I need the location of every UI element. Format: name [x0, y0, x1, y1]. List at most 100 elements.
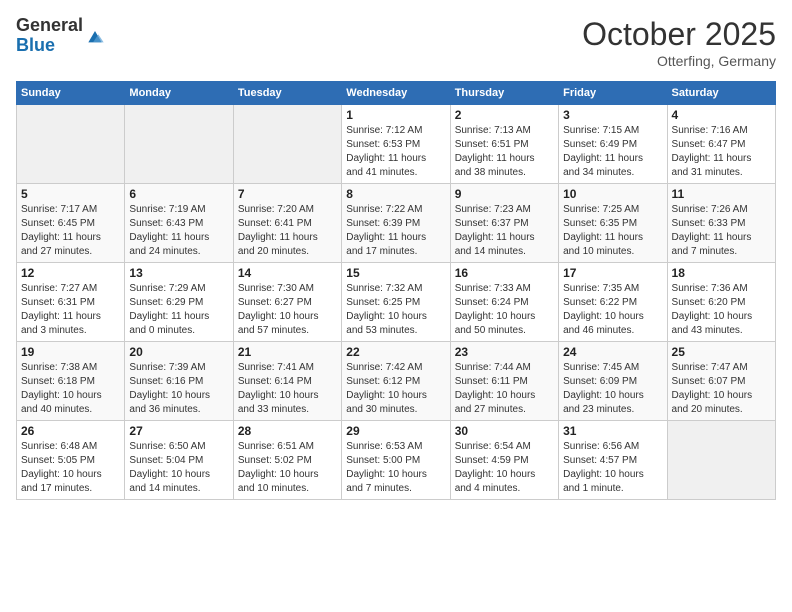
- day-info: Sunrise: 7:22 AM Sunset: 6:39 PM Dayligh…: [346, 203, 445, 259]
- day-number: 20: [129, 345, 228, 359]
- header: General Blue October 2025 Otterfing, Ger…: [16, 16, 776, 69]
- calendar-cell: 1Sunrise: 7:12 AM Sunset: 6:53 PM Daylig…: [342, 105, 450, 184]
- calendar-cell: 29Sunrise: 6:53 AM Sunset: 5:00 PM Dayli…: [342, 421, 450, 500]
- calendar-cell: 18 Sunrise: 7:36 AM Sunset: 6:20 PM Dayli…: [667, 263, 775, 342]
- calendar-cell: 9 Sunrise: 7:23 AM Sunset: 6:37 PM Daylig…: [450, 184, 558, 263]
- day-number: 8: [346, 187, 445, 201]
- calendar-cell: 19 Sunrise: 7:38 AM Sunset: 6:18 PM Dayli…: [17, 342, 125, 421]
- day-info: Sunrise: 7:45 AM Sunset: 6:09 PM Dayligh…: [563, 361, 662, 417]
- day-info: Sunrise: 7:42 AM Sunset: 6:12 PM Dayligh…: [346, 361, 445, 417]
- day-info: Sunrise: 7:15 AM Sunset: 6:49 PM Dayligh…: [563, 124, 662, 180]
- calendar-cell: [17, 105, 125, 184]
- day-number: 24: [563, 345, 662, 359]
- calendar-cell: 14 Sunrise: 7:30 AM Sunset: 6:27 PM Dayli…: [233, 263, 341, 342]
- week-row-5: 26 Sunrise: 6:48 AM Sunset: 5:05 PM Dayli…: [17, 421, 776, 500]
- calendar-cell: 4Sunrise: 7:16 AM Sunset: 6:47 PM Daylig…: [667, 105, 775, 184]
- month-title: October 2025: [582, 16, 776, 53]
- day-number: 16: [455, 266, 554, 280]
- calendar-cell: 10 Sunrise: 7:25 AM Sunset: 6:35 PM Dayli…: [559, 184, 667, 263]
- calendar-cell: 24 Sunrise: 7:45 AM Sunset: 6:09 PM Dayli…: [559, 342, 667, 421]
- day-number: 10: [563, 187, 662, 201]
- day-info: Sunrise: 7:44 AM Sunset: 6:11 PM Dayligh…: [455, 361, 554, 417]
- weekday-header-sunday: Sunday: [17, 82, 125, 105]
- logo-blue-text: Blue: [16, 35, 55, 55]
- calendar-cell: 26 Sunrise: 6:48 AM Sunset: 5:05 PM Dayli…: [17, 421, 125, 500]
- calendar-cell: 28Sunrise: 6:51 AM Sunset: 5:02 PM Dayli…: [233, 421, 341, 500]
- day-number: 2: [455, 108, 554, 122]
- day-info: Sunrise: 6:53 AM Sunset: 5:00 PM Dayligh…: [346, 440, 445, 496]
- day-info: Sunrise: 6:51 AM Sunset: 5:02 PM Dayligh…: [238, 440, 337, 496]
- day-info: Sunrise: 7:23 AM Sunset: 6:37 PM Dayligh…: [455, 203, 554, 259]
- calendar-cell: [667, 421, 775, 500]
- day-info: Sunrise: 7:13 AM Sunset: 6:51 PM Dayligh…: [455, 124, 554, 180]
- day-number: 19: [21, 345, 120, 359]
- day-info: Sunrise: 7:30 AM Sunset: 6:27 PM Dayligh…: [238, 282, 337, 338]
- day-number: 9: [455, 187, 554, 201]
- weekday-header-wednesday: Wednesday: [342, 82, 450, 105]
- calendar-cell: 17Sunrise: 7:35 AM Sunset: 6:22 PM Dayli…: [559, 263, 667, 342]
- day-info: Sunrise: 7:33 AM Sunset: 6:24 PM Dayligh…: [455, 282, 554, 338]
- day-info: Sunrise: 7:35 AM Sunset: 6:22 PM Dayligh…: [563, 282, 662, 338]
- week-row-1: 1Sunrise: 7:12 AM Sunset: 6:53 PM Daylig…: [17, 105, 776, 184]
- calendar-cell: 15 Sunrise: 7:32 AM Sunset: 6:25 PM Dayli…: [342, 263, 450, 342]
- day-number: 21: [238, 345, 337, 359]
- day-number: 30: [455, 424, 554, 438]
- day-number: 7: [238, 187, 337, 201]
- day-number: 11: [672, 187, 771, 201]
- calendar-cell: 11 Sunrise: 7:26 AM Sunset: 6:33 PM Dayli…: [667, 184, 775, 263]
- day-info: Sunrise: 7:26 AM Sunset: 6:33 PM Dayligh…: [672, 203, 771, 259]
- day-info: Sunrise: 7:25 AM Sunset: 6:35 PM Dayligh…: [563, 203, 662, 259]
- calendar-cell: 6Sunrise: 7:19 AM Sunset: 6:43 PM Daylig…: [125, 184, 233, 263]
- calendar-cell: 13 Sunrise: 7:29 AM Sunset: 6:29 PM Dayli…: [125, 263, 233, 342]
- day-number: 26: [21, 424, 120, 438]
- calendar-cell: 21 Sunrise: 7:41 AM Sunset: 6:14 PM Dayli…: [233, 342, 341, 421]
- day-number: 13: [129, 266, 228, 280]
- day-info: Sunrise: 7:29 AM Sunset: 6:29 PM Dayligh…: [129, 282, 228, 338]
- day-number: 5: [21, 187, 120, 201]
- day-number: 22: [346, 345, 445, 359]
- day-number: 12: [21, 266, 120, 280]
- day-info: Sunrise: 7:19 AM Sunset: 6:43 PM Dayligh…: [129, 203, 228, 259]
- calendar-cell: 30 Sunrise: 6:54 AM Sunset: 4:59 PM Dayli…: [450, 421, 558, 500]
- day-number: 3: [563, 108, 662, 122]
- day-info: Sunrise: 7:38 AM Sunset: 6:18 PM Dayligh…: [21, 361, 120, 417]
- weekday-header-thursday: Thursday: [450, 82, 558, 105]
- day-info: Sunrise: 7:41 AM Sunset: 6:14 PM Dayligh…: [238, 361, 337, 417]
- day-info: Sunrise: 6:56 AM Sunset: 4:57 PM Dayligh…: [563, 440, 662, 496]
- calendar-cell: 31Sunrise: 6:56 AM Sunset: 4:57 PM Dayli…: [559, 421, 667, 500]
- logo: General Blue: [16, 16, 105, 56]
- day-info: Sunrise: 6:54 AM Sunset: 4:59 PM Dayligh…: [455, 440, 554, 496]
- calendar-cell: 20 Sunrise: 7:39 AM Sunset: 6:16 PM Dayli…: [125, 342, 233, 421]
- logo-icon: [85, 26, 105, 46]
- day-info: Sunrise: 7:39 AM Sunset: 6:16 PM Dayligh…: [129, 361, 228, 417]
- day-number: 25: [672, 345, 771, 359]
- weekday-header-saturday: Saturday: [667, 82, 775, 105]
- calendar-cell: 7 Sunrise: 7:20 AM Sunset: 6:41 PM Daylig…: [233, 184, 341, 263]
- day-info: Sunrise: 7:17 AM Sunset: 6:45 PM Dayligh…: [21, 203, 120, 259]
- weekday-header-monday: Monday: [125, 82, 233, 105]
- calendar-cell: 5 Sunrise: 7:17 AM Sunset: 6:45 PM Daylig…: [17, 184, 125, 263]
- day-number: 15: [346, 266, 445, 280]
- day-info: Sunrise: 7:32 AM Sunset: 6:25 PM Dayligh…: [346, 282, 445, 338]
- week-row-4: 19 Sunrise: 7:38 AM Sunset: 6:18 PM Dayli…: [17, 342, 776, 421]
- day-info: Sunrise: 7:27 AM Sunset: 6:31 PM Dayligh…: [21, 282, 120, 338]
- calendar-cell: 8 Sunrise: 7:22 AM Sunset: 6:39 PM Daylig…: [342, 184, 450, 263]
- day-info: Sunrise: 7:36 AM Sunset: 6:20 PM Dayligh…: [672, 282, 771, 338]
- location: Otterfing, Germany: [582, 53, 776, 69]
- day-number: 27: [129, 424, 228, 438]
- calendar-cell: [125, 105, 233, 184]
- day-number: 18: [672, 266, 771, 280]
- weekday-header-row: SundayMondayTuesdayWednesdayThursdayFrid…: [17, 82, 776, 105]
- weekday-header-friday: Friday: [559, 82, 667, 105]
- day-info: Sunrise: 6:48 AM Sunset: 5:05 PM Dayligh…: [21, 440, 120, 496]
- day-number: 4: [672, 108, 771, 122]
- day-number: 14: [238, 266, 337, 280]
- day-info: Sunrise: 7:12 AM Sunset: 6:53 PM Dayligh…: [346, 124, 445, 180]
- calendar-cell: [233, 105, 341, 184]
- calendar-cell: 16 Sunrise: 7:33 AM Sunset: 6:24 PM Dayli…: [450, 263, 558, 342]
- day-info: Sunrise: 7:20 AM Sunset: 6:41 PM Dayligh…: [238, 203, 337, 259]
- weekday-header-tuesday: Tuesday: [233, 82, 341, 105]
- calendar-cell: 23Sunrise: 7:44 AM Sunset: 6:11 PM Dayli…: [450, 342, 558, 421]
- title-area: October 2025 Otterfing, Germany: [582, 16, 776, 69]
- calendar: SundayMondayTuesdayWednesdayThursdayFrid…: [16, 81, 776, 500]
